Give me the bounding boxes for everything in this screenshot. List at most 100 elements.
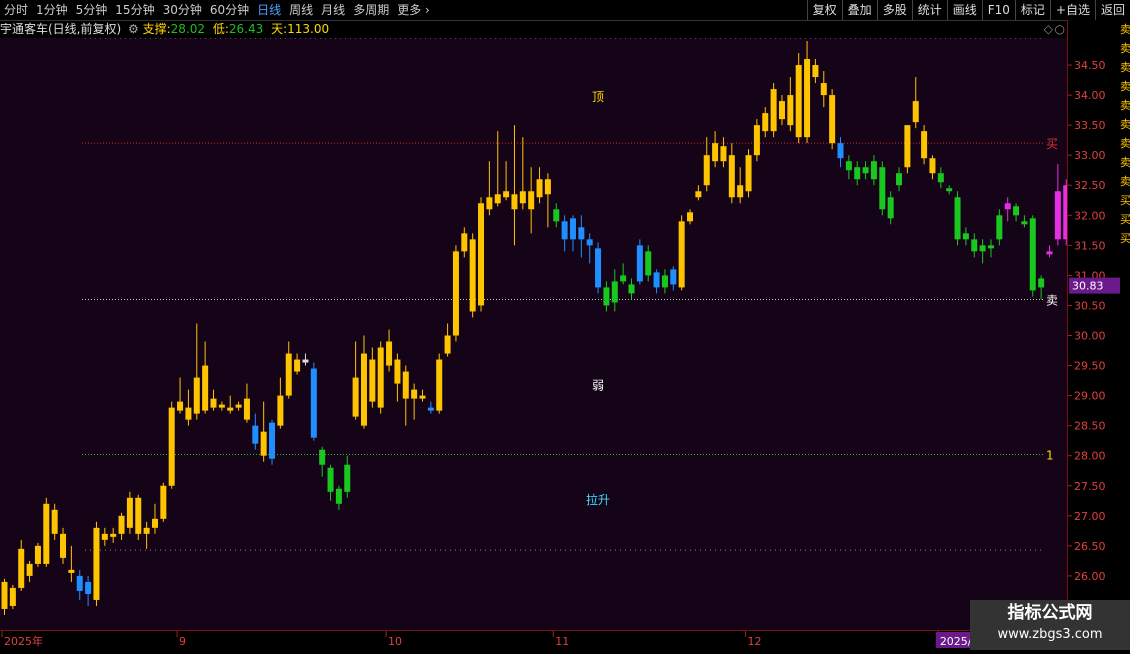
candle-body [143,527,150,534]
candle [444,323,451,357]
low-value: 26.43 [228,22,264,36]
candle [252,413,259,450]
candle [177,377,184,414]
candlestick-chart-area[interactable]: 买卖 1 顶弱拉升 [0,37,1128,630]
candle [369,347,376,408]
candle-body [151,518,158,528]
period-tab-1[interactable]: 1分钟 [32,0,72,20]
candle-body [269,422,276,459]
candle-body [294,359,301,372]
candle-body [243,398,250,420]
date-label-3: 11 [555,635,569,648]
candle [135,494,142,540]
tool-button-8[interactable]: 返回 [1094,0,1130,20]
circle-icon[interactable]: ○ [1055,20,1065,38]
candle [862,161,869,180]
candle-body [971,239,978,252]
tool-button-7[interactable]: +自选 [1049,0,1095,20]
period-tabs: 分时 1分钟 5分钟 15分钟 30分钟 60分钟 日线 周线 月线 多周期 更多 › [0,0,434,20]
period-tab-10[interactable]: 更多 › [393,0,434,20]
tool-button-5[interactable]: F10 [981,0,1015,20]
price-axis: 25.5026.0026.5027.0027.5028.0028.5029.00… [1067,20,1121,630]
candle [586,233,593,264]
candle [536,167,543,204]
tool-button-4[interactable]: 画线 [946,0,982,20]
candle-body [611,281,618,303]
candle [1021,215,1028,228]
support-value: 28.02 [170,22,206,36]
candle [26,560,33,582]
candle-body [444,335,451,354]
period-tab-2[interactable]: 5分钟 [72,0,112,20]
candle-body [93,527,100,600]
period-tab-7[interactable]: 周线 [285,0,317,20]
period-tab-3[interactable]: 15分钟 [111,0,158,20]
candle [18,539,25,591]
tool-button-1[interactable]: 叠加 [841,0,877,20]
candle-body [1054,191,1061,240]
sky-value: 113.00 [287,22,330,36]
candle-body [896,173,903,186]
candle [235,401,242,411]
candle-body [628,284,635,294]
annotation-2: 拉升 [586,492,610,507]
candle [461,227,468,258]
candle [762,107,769,138]
candle-body [419,395,426,399]
candle [402,365,409,426]
support-label: 支撑: [142,22,171,36]
candle [954,191,961,246]
candle [653,269,660,294]
candle-body [469,239,476,312]
candle-body [636,245,643,282]
candle-body [837,143,844,159]
candle-body [921,131,928,159]
candle-body [202,365,209,411]
candle [85,575,92,606]
candle [143,521,150,549]
candle [9,584,16,609]
candle-body [962,233,969,240]
candle-body [528,191,535,210]
candle-body [427,407,434,411]
candle-body [126,497,133,528]
tool-button-0[interactable]: 复权 [806,0,842,20]
candle [887,191,894,225]
candle [302,353,309,366]
candle-body [227,407,234,411]
candle-body [310,368,317,438]
period-tab-9[interactable]: 多周期 [349,0,393,20]
diamond-icon[interactable]: ◇ [1044,20,1053,38]
tool-button-2[interactable]: 多股 [876,0,912,20]
sky-label: 天: [271,22,288,36]
top-toolbar: 分时 1分钟 5分钟 15分钟 30分钟 60分钟 日线 周线 月线 多周期 更多 › 复权 叠加 多股… [0,0,1130,21]
candle [193,323,200,420]
candle [645,245,652,282]
candle-body [210,398,217,408]
candle-body [553,209,560,222]
price-tick-label: 26.50 [1074,540,1106,553]
period-tab-4[interactable]: 30分钟 [159,0,206,20]
candle [503,161,510,201]
candle [76,569,83,600]
settings-gear-icon[interactable]: ⚙ [128,22,139,36]
tool-button-6[interactable]: 标记 [1014,0,1050,20]
candle [60,527,67,564]
period-tab-6[interactable]: 日线 [253,0,285,20]
candle-body [352,377,359,417]
candle [737,167,744,204]
period-tab-8[interactable]: 月线 [317,0,349,20]
period-tab-5[interactable]: 60分钟 [206,0,253,20]
candle [486,161,493,216]
period-tab-0[interactable]: 分时 [0,0,32,20]
tool-button-3[interactable]: 统计 [911,0,947,20]
date-axis: 2025年91011122025/12/30/二 [0,630,1067,651]
candle-body [804,59,811,138]
candle [344,455,351,498]
candle-body [402,371,409,399]
price-tick-label: 32.50 [1074,179,1106,192]
candle [151,503,158,534]
candle [93,521,100,606]
candle [411,383,418,420]
candle [285,341,292,399]
